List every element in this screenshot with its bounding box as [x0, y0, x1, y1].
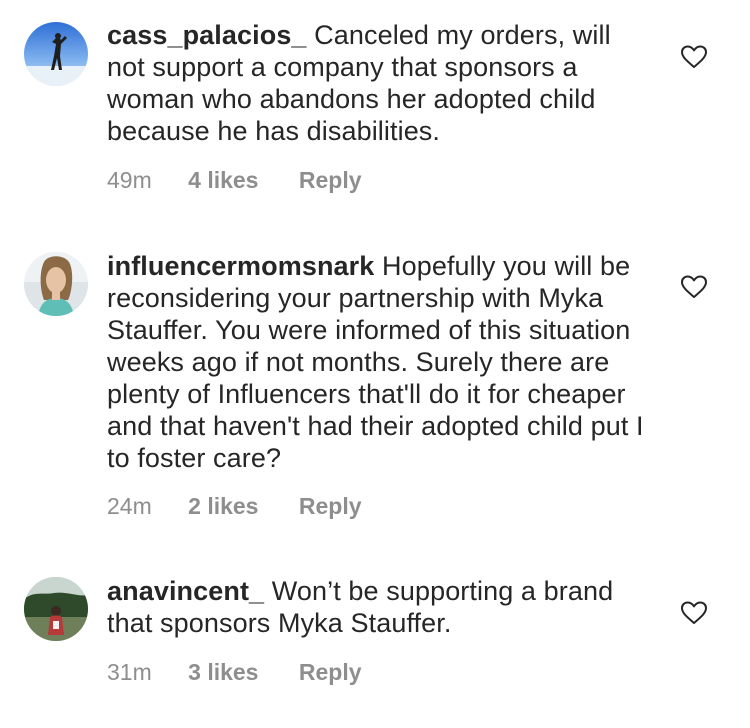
comment-timestamp: 24m — [107, 493, 152, 519]
comment-likes-count[interactable]: 4 likes — [188, 166, 258, 194]
comment-likes-count[interactable]: 3 likes — [188, 658, 258, 686]
avatar-image — [24, 577, 88, 641]
comment-body: influencermomsnark Hopefully you will be… — [107, 250, 652, 474]
avatar[interactable] — [24, 577, 88, 641]
comment-meta: 24m 2 likes Reply — [107, 492, 362, 520]
avatar-image — [24, 252, 88, 316]
avatar[interactable] — [24, 22, 88, 86]
like-heart-icon[interactable] — [681, 45, 707, 69]
comment-text: Hopefully you will be reconsidering your… — [107, 251, 644, 473]
comment-username[interactable]: anavincent_ — [107, 576, 264, 606]
comment-body: anavincent_ Won’t be supporting a brand … — [107, 575, 652, 639]
comment-timestamp: 31m — [107, 659, 152, 685]
avatar-image — [24, 22, 88, 86]
comment-timestamp: 49m — [107, 167, 152, 193]
comment-meta: 31m 3 likes Reply — [107, 658, 362, 686]
comment-meta: 49m 4 likes Reply — [107, 166, 362, 194]
reply-button[interactable]: Reply — [299, 658, 362, 686]
comment-likes-count[interactable]: 2 likes — [188, 492, 258, 520]
like-heart-icon[interactable] — [681, 601, 707, 625]
avatar[interactable] — [24, 252, 88, 316]
reply-button[interactable]: Reply — [299, 166, 362, 194]
comment-body: cass_palacios_ Canceled my orders, will … — [107, 19, 652, 147]
reply-button[interactable]: Reply — [299, 492, 362, 520]
like-heart-icon[interactable] — [681, 275, 707, 299]
comment-username[interactable]: cass_palacios_ — [107, 20, 307, 50]
comment-username[interactable]: influencermomsnark — [107, 251, 374, 281]
